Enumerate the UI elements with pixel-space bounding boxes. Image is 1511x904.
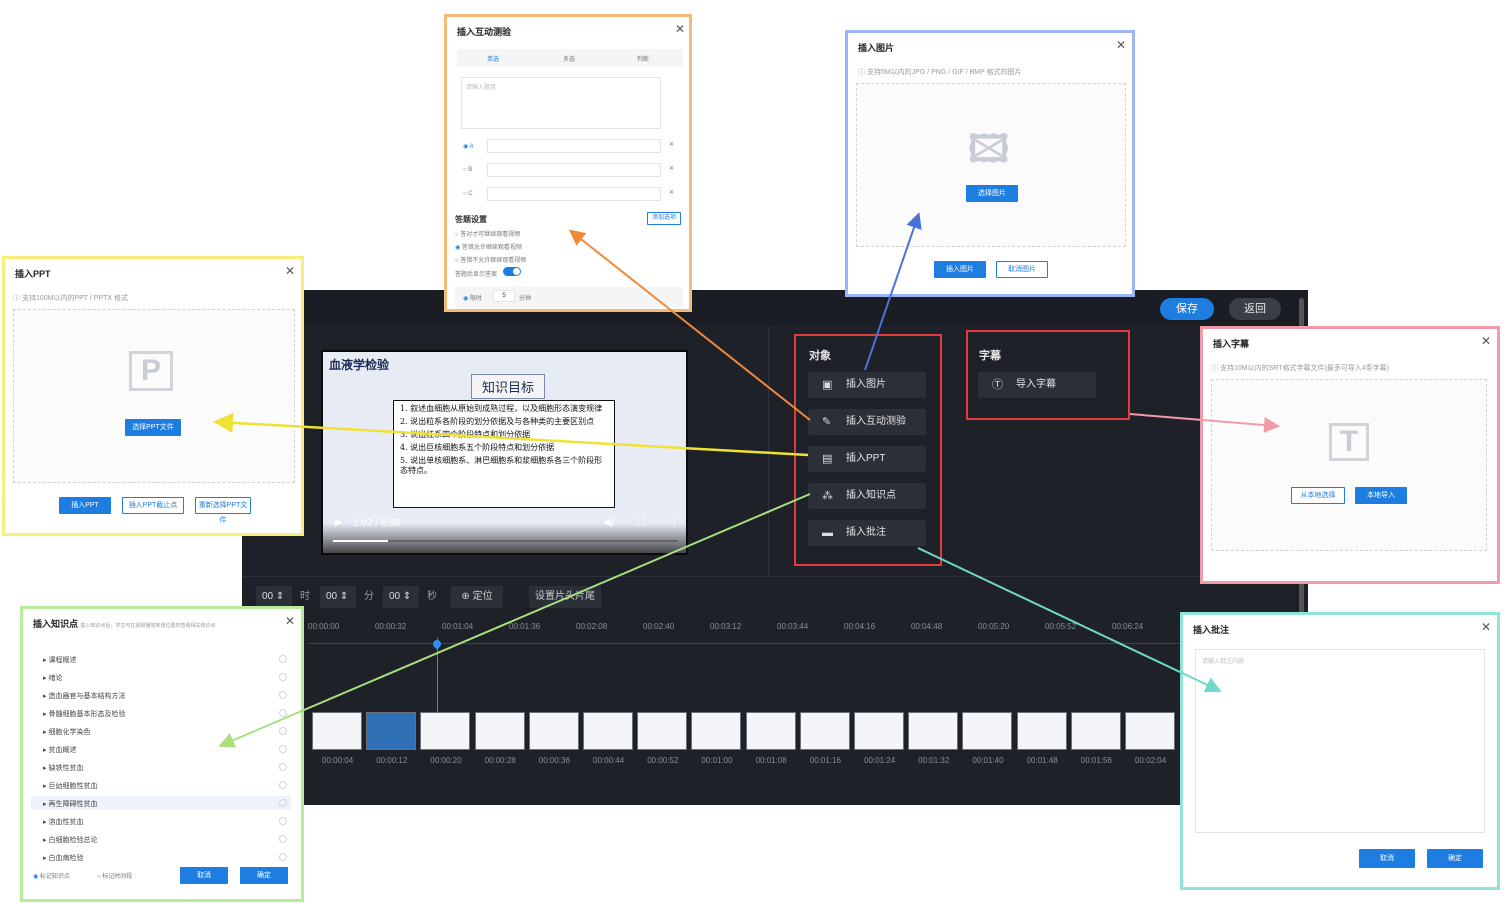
- arrow-comment: [917, 547, 1222, 693]
- arrow-ppt: [213, 412, 809, 457]
- arrow-quiz: [568, 229, 811, 421]
- arrow-knowledge: [218, 493, 811, 748]
- arrow-image: [864, 212, 922, 371]
- arrow-subtitle: [1129, 413, 1280, 433]
- callout-arrows: [213, 212, 1280, 748]
